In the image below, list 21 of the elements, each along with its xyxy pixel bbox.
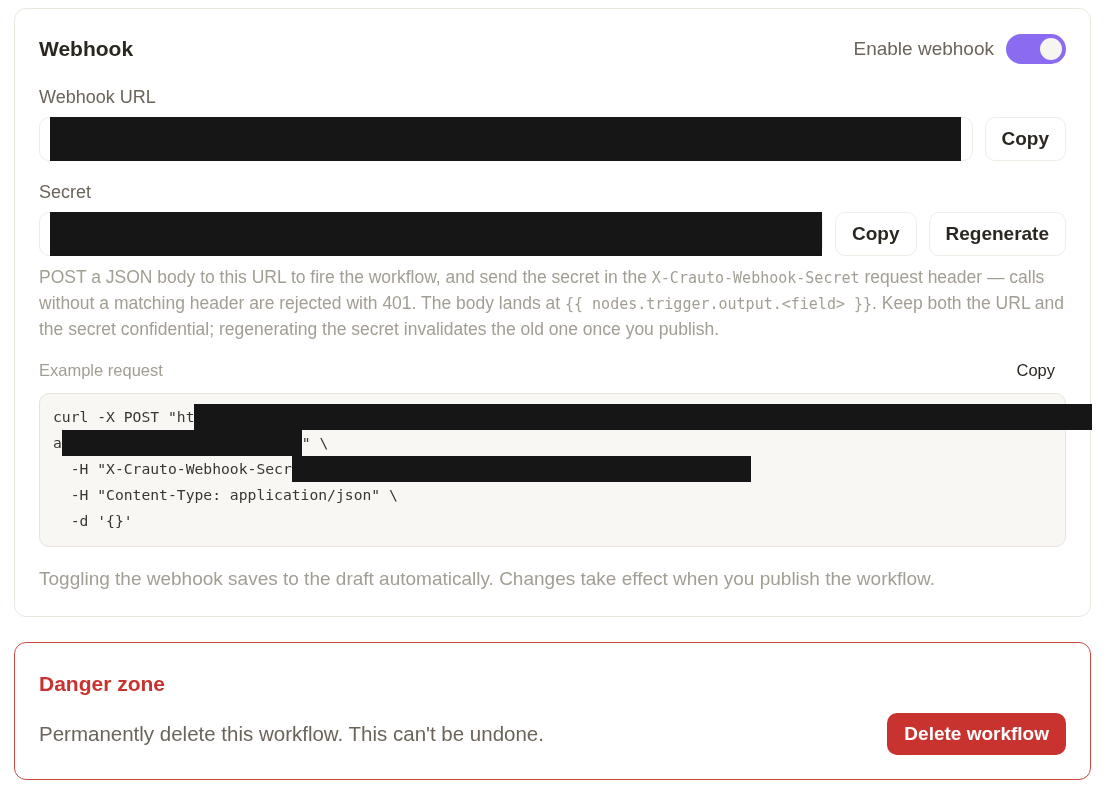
regenerate-button[interactable]: Regenerate	[928, 212, 1066, 256]
copy-link[interactable]: Copy	[1016, 359, 1066, 381]
toggle-label: Enable webhook	[853, 36, 994, 61]
footnote: Toggling the webhook saves to the draft automatically. Changes take effect when you publish the workflow.	[39, 567, 936, 591]
code-text: -H "X-Crauto-Webhook-Secr	[69, 458, 292, 479]
delete-button[interactable]: Delete workflow	[887, 713, 1066, 755]
section-title: Webhook	[39, 36, 134, 62]
webhook-description: POST a JSON body to this URL to fire the workflow, and send the secret in the X-Crauto-Webhook-Secret request header — calls without a matching header are rejected with 401. The body lands at {{ nodes.trigger.output.<field> }}. Keep both the URL and the secret confidential; regenerating the secret invalidates the old one once you publish.	[39, 266, 1066, 341]
code-text: -H "Content-Type: application/json" \	[69, 484, 398, 505]
code-text: " \	[301, 432, 329, 453]
code-text: a	[53, 432, 62, 453]
field-label: Webhook URL	[39, 86, 157, 109]
code-text: -d '{}'	[69, 510, 133, 531]
danger-text: Permanently delete this workflow. This can't be undone.	[39, 720, 544, 747]
copy-button[interactable]: Copy	[984, 117, 1066, 161]
toggle-switch[interactable]	[1006, 34, 1066, 64]
copy-button[interactable]: Copy	[835, 212, 917, 256]
example-label: Example request	[39, 360, 163, 381]
code-text: curl -X POST "ht	[53, 406, 195, 427]
danger-title: Danger zone	[39, 671, 167, 697]
field-label: Secret	[39, 181, 93, 204]
